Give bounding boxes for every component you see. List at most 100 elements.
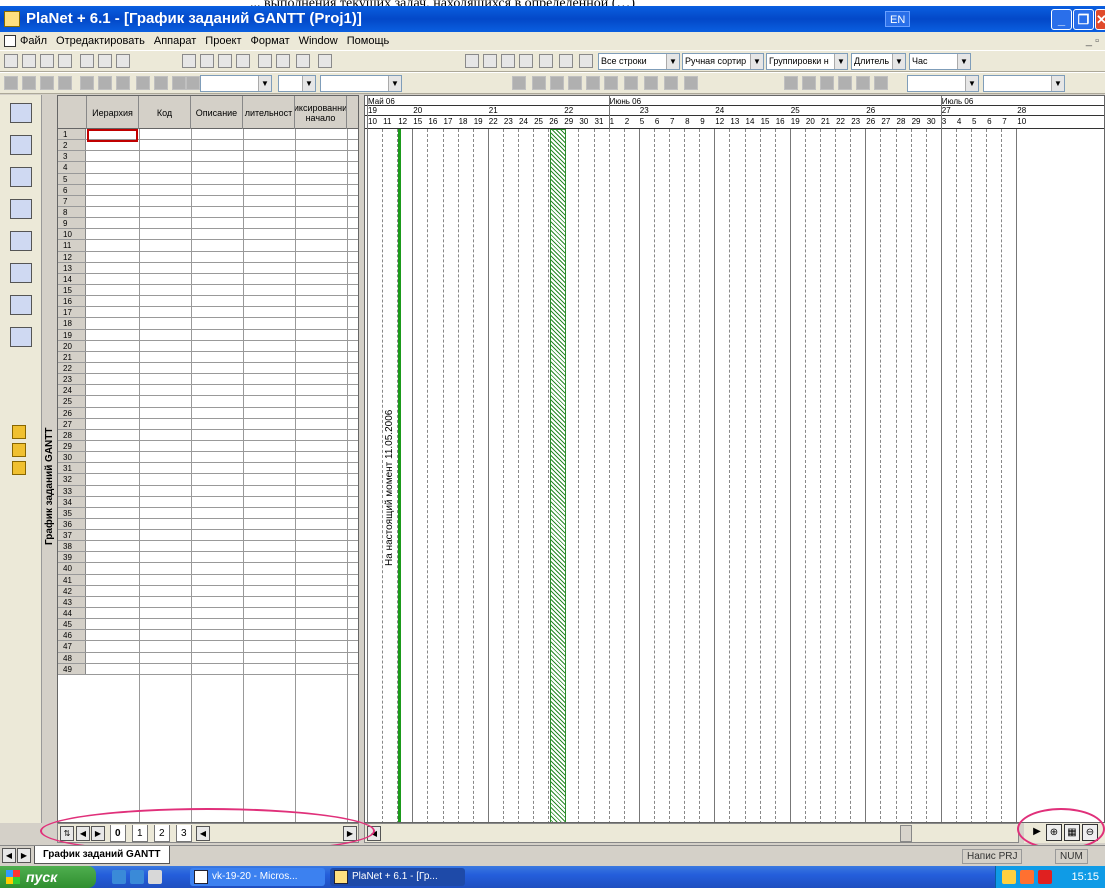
row-number[interactable]: 36 xyxy=(58,518,86,530)
network-icon[interactable] xyxy=(1002,870,1016,884)
row-number[interactable]: 15 xyxy=(58,284,86,296)
scroll-left-button[interactable]: ◀ xyxy=(196,826,210,841)
language-indicator[interactable]: EN xyxy=(885,11,911,27)
ie-icon[interactable] xyxy=(112,870,126,884)
toolbar-button-icon[interactable] xyxy=(644,76,658,90)
ie-icon[interactable] xyxy=(130,870,144,884)
row-number[interactable]: 25 xyxy=(58,396,86,407)
toolbar-button-icon[interactable] xyxy=(22,76,36,90)
chevron-down-icon[interactable]: ▼ xyxy=(302,76,315,91)
grid-tab-2[interactable]: 2 xyxy=(154,825,170,842)
toolbar-button-icon[interactable] xyxy=(664,76,678,90)
minimize-button[interactable]: _ xyxy=(1051,9,1072,30)
zoom-in-icon[interactable]: ⊕ xyxy=(1046,824,1062,841)
row-number[interactable]: 49 xyxy=(58,663,86,674)
row-number[interactable]: 7 xyxy=(58,195,86,206)
chevron-down-icon[interactable]: ▼ xyxy=(1051,76,1064,91)
row-number[interactable]: 19 xyxy=(58,329,86,340)
table-row[interactable]: 11 xyxy=(58,240,358,252)
row-number[interactable]: 42 xyxy=(58,585,86,596)
table-row[interactable]: 48 xyxy=(58,652,358,664)
table-row[interactable]: 16 xyxy=(58,296,358,308)
row-number[interactable]: 33 xyxy=(58,485,86,496)
row-number[interactable]: 40 xyxy=(58,563,86,574)
row-number[interactable]: 48 xyxy=(58,652,86,663)
chart-view-icon[interactable] xyxy=(10,167,32,187)
menu-item-1[interactable]: Отредактировать xyxy=(56,32,145,50)
table-row[interactable]: 14 xyxy=(58,273,358,285)
toolbar-button-icon[interactable] xyxy=(116,54,130,68)
zoom-out-icon[interactable]: ⊖ xyxy=(1082,824,1098,841)
zoom-fit-icon[interactable]: ▦ xyxy=(1064,824,1080,841)
table-row[interactable]: 31 xyxy=(58,463,358,475)
table-row[interactable]: 41 xyxy=(58,574,358,586)
row-number[interactable]: 16 xyxy=(58,296,86,307)
gantt-horizontal-scrollbar[interactable]: ◀ xyxy=(364,823,1019,843)
chevron-down-icon[interactable]: ▼ xyxy=(957,54,970,69)
row-number[interactable]: 10 xyxy=(58,229,86,240)
row-number[interactable]: 3 xyxy=(58,151,86,162)
toolbar-button-icon[interactable] xyxy=(604,76,618,90)
toolbar-button-icon[interactable] xyxy=(838,76,852,90)
size-combo[interactable]: ▼ xyxy=(278,75,316,92)
row-number[interactable]: 46 xyxy=(58,630,86,641)
duration-combo[interactable]: Длитель ▼ xyxy=(851,53,906,70)
menu-item-2[interactable]: Аппарат xyxy=(154,32,196,50)
style-combo[interactable]: ▼ xyxy=(320,75,402,92)
table-row[interactable]: 28 xyxy=(58,429,358,441)
row-number[interactable]: 12 xyxy=(58,251,86,262)
maximize-button[interactable]: ❐ xyxy=(1073,9,1094,30)
link-tasks-icon[interactable] xyxy=(12,425,26,439)
toolbar-button-icon[interactable] xyxy=(684,76,698,90)
row-number[interactable]: 18 xyxy=(58,318,86,329)
toolbar-button-icon[interactable] xyxy=(4,54,18,68)
selected-cell[interactable] xyxy=(87,129,138,142)
toolbar-button-icon[interactable] xyxy=(465,54,479,68)
chevron-down-icon[interactable]: ▼ xyxy=(892,54,905,69)
app-icon[interactable] xyxy=(4,11,20,27)
table-row[interactable]: 29 xyxy=(58,440,358,453)
row-number[interactable]: 30 xyxy=(58,452,86,463)
group-combo[interactable]: Группировки н ▼ xyxy=(766,53,848,70)
font-combo[interactable]: ▼ xyxy=(200,75,272,92)
toolbar-button-icon[interactable] xyxy=(80,54,94,68)
toolbar-button-icon[interactable] xyxy=(258,54,272,68)
col-header-duration[interactable]: лительност xyxy=(243,96,295,129)
row-number[interactable]: 41 xyxy=(58,574,86,585)
toolbar-button-icon[interactable] xyxy=(296,54,310,68)
start-button[interactable]: пуск xyxy=(0,866,96,888)
network-view-icon[interactable] xyxy=(10,231,32,251)
toolbar-button-icon[interactable] xyxy=(483,54,497,68)
col-header-fixed-start[interactable]: иксированни начало xyxy=(295,96,347,129)
toolbar-button-icon[interactable] xyxy=(519,54,533,68)
sheet-prev-button[interactable]: ◀ xyxy=(2,848,16,863)
table-row[interactable]: 18 xyxy=(58,318,358,330)
toolbar-button-icon[interactable] xyxy=(539,54,553,68)
table-view-icon[interactable] xyxy=(10,103,32,123)
toolbar-button-icon[interactable] xyxy=(512,76,526,90)
toolbar-button-icon[interactable] xyxy=(532,76,546,90)
table-row[interactable]: 15 xyxy=(58,284,358,297)
toolbar-button-icon[interactable] xyxy=(874,76,888,90)
table-row[interactable]: 10 xyxy=(58,229,358,241)
toolbar-button-icon[interactable] xyxy=(80,76,94,90)
toolbar-button-icon[interactable] xyxy=(98,76,112,90)
taskbar-item-planet[interactable]: PlaNet + 6.1 - [Гр... xyxy=(330,868,465,886)
task-grid[interactable]: Иерархия Код Описание лительност иксиров… xyxy=(57,95,359,823)
calendar-view-icon[interactable] xyxy=(10,199,32,219)
grid-tab-0[interactable]: 0 xyxy=(110,825,126,842)
toolbar-button-icon[interactable] xyxy=(4,76,18,90)
toolbar-button-icon[interactable] xyxy=(22,54,36,68)
close-button[interactable]: ✕ xyxy=(1095,9,1105,30)
row-number[interactable]: 28 xyxy=(58,429,86,440)
table-row[interactable]: 25 xyxy=(58,396,358,408)
toolbar-button-icon[interactable] xyxy=(568,76,582,90)
tab-prev-button[interactable]: ◀ xyxy=(76,826,90,841)
table-row[interactable]: 9 xyxy=(58,218,358,230)
resource-view-icon[interactable] xyxy=(10,263,32,283)
row-number[interactable]: 39 xyxy=(58,552,86,563)
row-number[interactable]: 35 xyxy=(58,507,86,518)
grid-tab-3[interactable]: 3 xyxy=(176,825,192,842)
chevron-down-icon[interactable]: ▼ xyxy=(750,54,763,69)
table-row[interactable]: 27 xyxy=(58,418,358,430)
